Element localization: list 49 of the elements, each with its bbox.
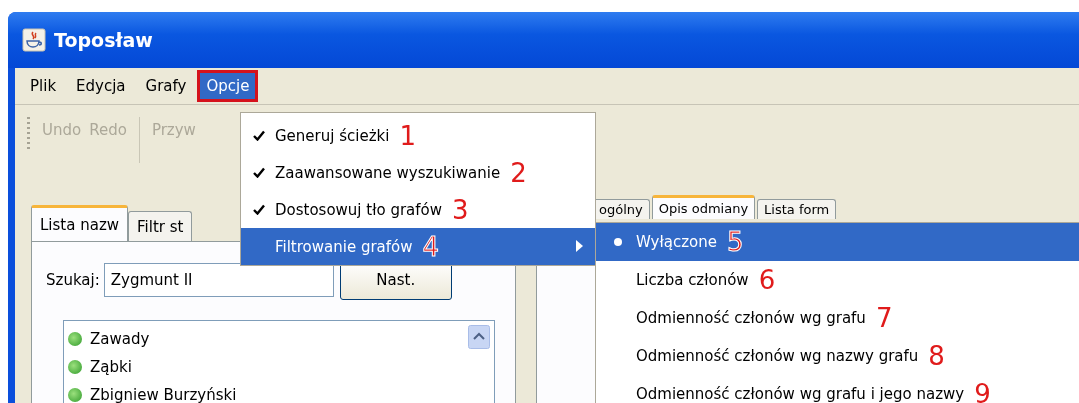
tab[interactable]: Lista nazw (31, 205, 129, 241)
menu-option[interactable]: Dostosowuj tło grafów 3 (241, 191, 595, 228)
search-field[interactable]: Zygmunt II (103, 263, 334, 297)
submenu-arrow-icon (576, 240, 583, 252)
radio-dot-icon (614, 238, 622, 246)
menu-option-label: Filtrowanie grafów (275, 237, 413, 256)
toolbar-grip[interactable] (27, 117, 30, 151)
status-dot-icon (68, 388, 82, 402)
menu-item[interactable]: Grafy (136, 70, 196, 102)
menu-option[interactable]: Filtrowanie grafów 4 (241, 228, 595, 265)
menu-option[interactable]: Wyłączone 5 (596, 223, 1079, 261)
menu-option[interactable]: Generuj ścieżki 1 (241, 117, 595, 154)
annotation-number: 3 (452, 196, 469, 223)
list-item[interactable]: Zawady (90, 330, 150, 348)
status-dot-icon (68, 332, 82, 346)
annotation-number: 7 (875, 305, 893, 331)
status-dot-icon (68, 360, 82, 374)
menu-option[interactable]: Zaawansowane wyszukiwanie 2 (241, 154, 595, 191)
menu-item[interactable]: Edycja (67, 70, 135, 102)
menu-option-label: Odmienność członów wg grafu i jego nazwy (636, 385, 965, 403)
tab[interactable]: Filtr st (128, 211, 193, 241)
tab[interactable]: Opis odmiany (651, 195, 756, 219)
menu-option-label: Odmienność członów wg grafu (636, 309, 866, 327)
list-item[interactable]: Ząbki (90, 358, 132, 376)
menu-option-label: Zaawansowane wyszukiwanie (275, 163, 501, 182)
menu-option-label: Generuj ścieżki (275, 126, 390, 145)
annotation-number: 5 (726, 229, 744, 255)
menu-item[interactable]: Plik (21, 70, 66, 102)
menu-option-label: Liczba członów (636, 271, 749, 289)
window-title: Toposław (54, 29, 153, 51)
scroll-up-icon[interactable] (468, 325, 490, 349)
search-label: Szukaj: (46, 271, 100, 289)
menu-option-label: Odmienność członów wg nazwy grafu (636, 347, 919, 365)
menu-option-label: Wyłączone (636, 233, 717, 251)
menu-option[interactable]: Odmienność członów wg grafu i jego nazwy 9 (596, 375, 1079, 403)
annotation-number: 4 (422, 233, 440, 260)
menu-option[interactable]: Odmienność członów wg grafu 7 (596, 299, 1079, 337)
tab[interactable]: Lista form (757, 199, 837, 219)
annotation-number: 1 (399, 122, 416, 149)
menu-item[interactable]: Opcje (197, 70, 259, 102)
annotation-number: 2 (510, 159, 527, 186)
annotation-number: 6 (758, 267, 776, 293)
annotation-number: 8 (928, 343, 945, 369)
annotation-number: 9 (974, 381, 991, 403)
list-item[interactable]: Zbigniew Burzyński (90, 386, 237, 403)
menu-option[interactable]: Liczba członów 6 (596, 261, 1079, 299)
cup-icon (22, 28, 46, 52)
menu-option-label: Dostosowuj tło grafów (275, 200, 442, 219)
menu-option[interactable]: Odmienność członów wg nazwy grafu 8 (596, 337, 1079, 375)
